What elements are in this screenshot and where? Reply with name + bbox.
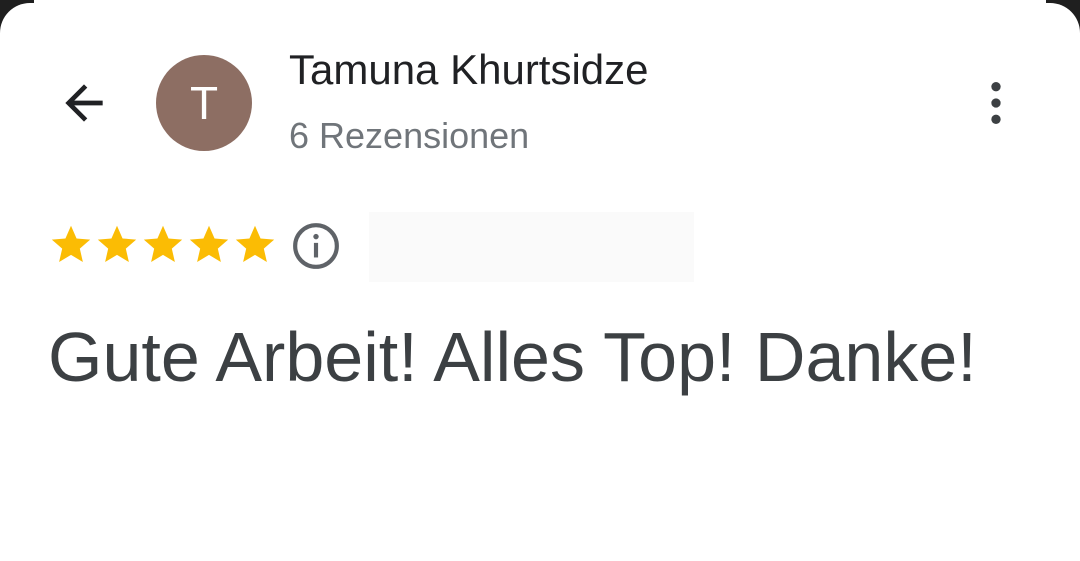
star-rating bbox=[48, 221, 278, 267]
review-card: T Tamuna Khurtsidze 6 Rezensionen Gute A… bbox=[0, 3, 1080, 561]
avatar-initial: T bbox=[189, 77, 219, 129]
star-icon bbox=[51, 225, 91, 263]
review-screen: T Tamuna Khurtsidze 6 Rezensionen Gute A… bbox=[0, 0, 1080, 561]
avatar[interactable]: T bbox=[156, 55, 252, 151]
star-icon bbox=[143, 225, 183, 263]
info-icon bbox=[293, 223, 339, 269]
review-text: Gute Arbeit! Alles Top! Danke! bbox=[48, 318, 977, 396]
info-button[interactable] bbox=[291, 221, 341, 271]
star-icon bbox=[97, 225, 137, 263]
arrow-left-icon bbox=[65, 84, 103, 122]
loading-placeholder bbox=[369, 212, 694, 282]
reviewer-name[interactable]: Tamuna Khurtsidze bbox=[289, 46, 649, 94]
back-button[interactable] bbox=[48, 71, 120, 135]
review-count: 6 Rezensionen bbox=[289, 115, 530, 156]
star-icon bbox=[235, 225, 275, 263]
star-icon bbox=[189, 225, 229, 263]
more-options-button[interactable] bbox=[968, 71, 1024, 135]
more-vert-icon bbox=[991, 82, 1001, 124]
